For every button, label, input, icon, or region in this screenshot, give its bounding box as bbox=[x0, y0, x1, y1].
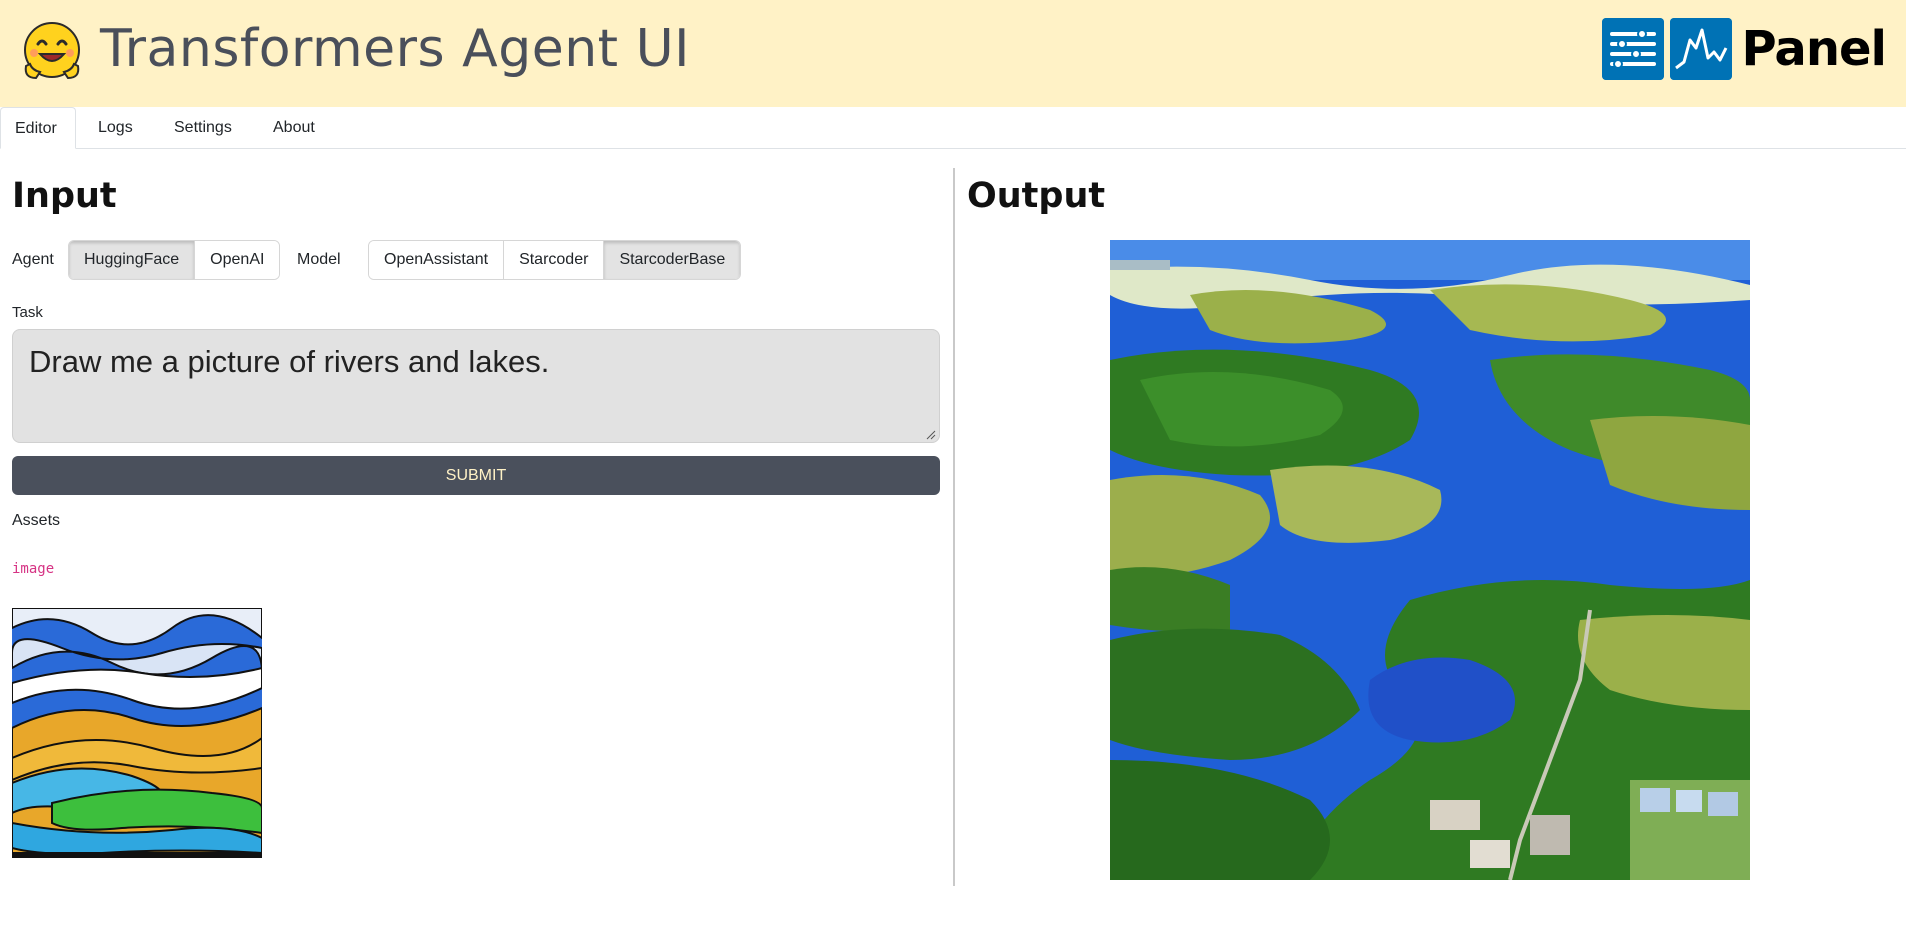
agent-selector: HuggingFace OpenAI bbox=[68, 240, 281, 280]
output-image bbox=[1110, 240, 1750, 880]
model-option-starcoder[interactable]: Starcoder bbox=[504, 241, 605, 279]
column-divider bbox=[953, 168, 955, 886]
agent-option-huggingface[interactable]: HuggingFace bbox=[69, 241, 196, 279]
tab-bar: Editor Logs Settings About bbox=[0, 107, 1906, 149]
panel-brand-text: Panel bbox=[1741, 21, 1887, 77]
asset-painting-image bbox=[12, 608, 262, 858]
agent-label: Agent bbox=[12, 251, 54, 268]
app-header: Transformers Agent UI Panel bbox=[0, 0, 1906, 107]
tab-settings[interactable]: Settings bbox=[160, 107, 246, 149]
tab-about[interactable]: About bbox=[259, 107, 329, 149]
model-selector: OpenAssistant Starcoder StarcoderBase bbox=[368, 240, 742, 280]
input-title: Input bbox=[12, 176, 117, 216]
asset-name-code: image bbox=[12, 561, 55, 577]
hugging-face-logo-icon bbox=[24, 22, 80, 80]
panel-brand[interactable]: Panel bbox=[1601, 18, 1887, 80]
model-label: Model bbox=[297, 251, 341, 268]
model-option-openassistant[interactable]: OpenAssistant bbox=[369, 241, 505, 279]
task-label: Task bbox=[12, 304, 43, 321]
model-option-starcoderbase[interactable]: StarcoderBase bbox=[604, 241, 741, 279]
app-title: Transformers Agent UI bbox=[100, 19, 690, 79]
tab-editor[interactable]: Editor bbox=[0, 107, 76, 149]
agent-option-openai[interactable]: OpenAI bbox=[195, 241, 280, 279]
assets-label: Assets bbox=[12, 512, 61, 529]
submit-button[interactable]: SUBMIT bbox=[12, 456, 940, 495]
task-input[interactable]: Draw me a picture of rivers and lakes. bbox=[12, 329, 940, 443]
tab-logs[interactable]: Logs bbox=[84, 107, 147, 149]
panel-sliders-icon bbox=[1601, 18, 1664, 80]
panel-chart-icon bbox=[1669, 18, 1732, 80]
asset-image bbox=[12, 608, 262, 858]
output-title: Output bbox=[967, 176, 1106, 216]
output-landscape-image bbox=[1110, 240, 1750, 880]
resize-handle-icon[interactable] bbox=[926, 430, 936, 440]
